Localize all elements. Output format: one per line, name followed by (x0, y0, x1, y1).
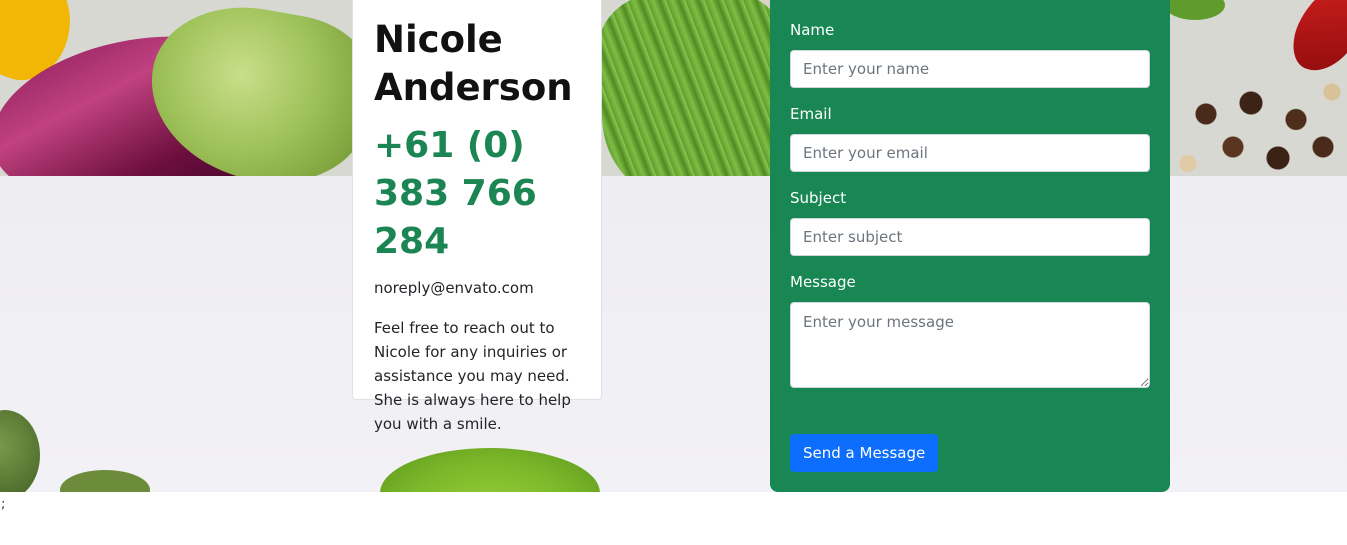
stray-text: ; (1, 497, 6, 512)
message-field-group: Message (790, 272, 1150, 392)
subject-field-group: Subject (790, 188, 1150, 256)
contact-email[interactable]: noreply@envato.com (374, 278, 581, 298)
leaf-image (1165, 0, 1225, 20)
contact-form: Name Email Subject Message Send a Messag… (770, 0, 1170, 492)
email-input[interactable] (790, 134, 1150, 172)
subject-input[interactable] (790, 218, 1150, 256)
contact-description: Feel free to reach out to Nicole for any… (374, 319, 571, 433)
message-label: Message (790, 273, 856, 291)
subject-label: Subject (790, 189, 847, 207)
contact-phone[interactable]: +61 (0) 383 766 284 (374, 122, 581, 266)
name-field-group: Name (790, 20, 1150, 88)
name-input[interactable] (790, 50, 1150, 88)
send-message-button[interactable]: Send a Message (790, 434, 939, 472)
peppercorns-image (1170, 70, 1347, 176)
contact-card: Nicole Anderson +61 (0) 383 766 284 nore… (352, 0, 602, 433)
email-field-group: Email (790, 104, 1150, 172)
message-textarea[interactable] (790, 302, 1150, 388)
email-label: Email (790, 105, 832, 123)
name-label: Name (790, 21, 835, 39)
contact-name: Nicole Anderson (374, 18, 573, 109)
